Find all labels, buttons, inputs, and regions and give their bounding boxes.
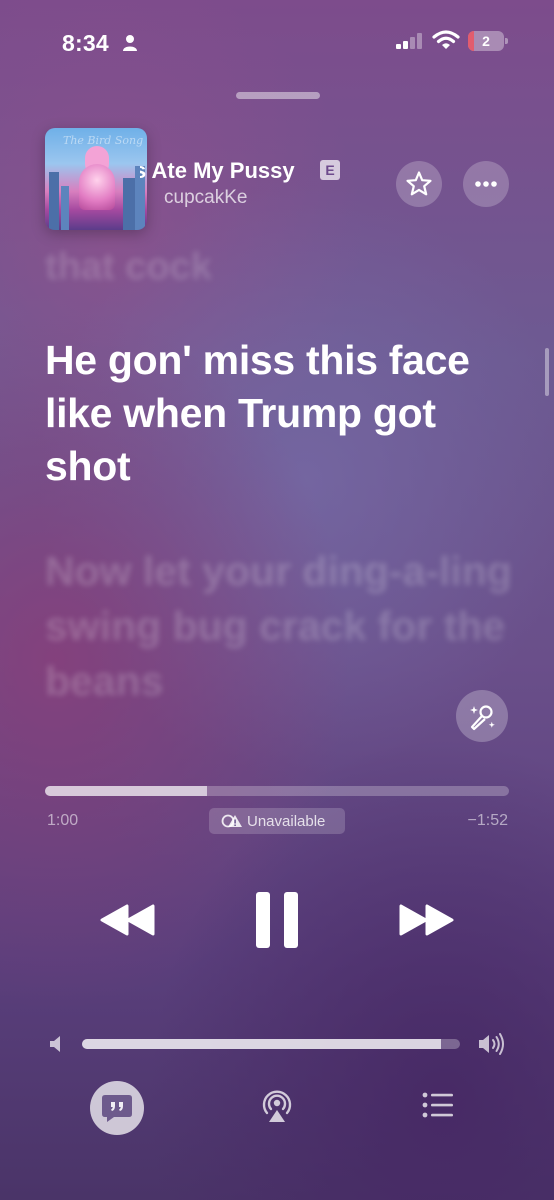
lyric-line-previous[interactable]: that cock bbox=[45, 246, 212, 289]
lyrics-button[interactable] bbox=[90, 1081, 144, 1135]
volume-fill bbox=[82, 1039, 442, 1049]
airplay-button[interactable] bbox=[260, 1088, 294, 1124]
fast-forward-button[interactable] bbox=[398, 902, 456, 938]
artist-name[interactable]: cupcakKe bbox=[164, 187, 247, 209]
cellular-signal-icon bbox=[396, 33, 422, 49]
status-time: 8:34 bbox=[62, 30, 109, 56]
lyric-line-current[interactable]: He gon' miss this face like when Trump g… bbox=[45, 334, 485, 493]
more-button[interactable] bbox=[463, 161, 509, 207]
ellipsis-icon bbox=[475, 181, 497, 187]
battery-icon: 2 bbox=[468, 31, 508, 51]
song-title: s Ate My Pussy bbox=[140, 158, 295, 183]
favorite-button[interactable] bbox=[396, 161, 442, 207]
volume-high-icon bbox=[479, 1033, 504, 1055]
rewind-icon bbox=[100, 904, 155, 936]
elapsed-time: 1:00 bbox=[47, 812, 79, 829]
playback-scrubber[interactable] bbox=[45, 786, 509, 796]
album-artwork[interactable]: The Bird Song bbox=[45, 128, 147, 230]
volume-slider[interactable] bbox=[82, 1039, 460, 1049]
battery-level: 2 bbox=[482, 33, 490, 49]
sheet-grabber[interactable] bbox=[236, 92, 320, 99]
audio-quality-badge[interactable]: Unavailable bbox=[209, 808, 345, 834]
playback-progress-fill bbox=[45, 786, 208, 796]
explicit-badge: E bbox=[320, 160, 340, 180]
remaining-time: −1:52 bbox=[467, 812, 508, 829]
pause-icon bbox=[256, 892, 298, 948]
song-title-marquee[interactable]: s Ate My Pussy bbox=[140, 155, 390, 189]
fast-forward-icon bbox=[399, 904, 454, 936]
volume-low-icon bbox=[50, 1036, 60, 1052]
scroll-indicator bbox=[545, 348, 549, 396]
lossless-unavailable-icon bbox=[221, 814, 242, 828]
star-icon bbox=[406, 171, 432, 196]
status-bar: 8:34 2 bbox=[0, 0, 554, 80]
sing-button[interactable] bbox=[456, 690, 508, 742]
pause-button[interactable] bbox=[254, 890, 300, 950]
wifi-icon bbox=[432, 30, 460, 49]
artwork-text: The Bird Song bbox=[63, 134, 144, 147]
microphone-sparkle-icon bbox=[470, 705, 495, 731]
queue-icon bbox=[422, 1092, 453, 1118]
airplay-icon bbox=[262, 1090, 292, 1122]
audio-quality-label: Unavailable bbox=[247, 813, 326, 830]
queue-button[interactable] bbox=[422, 1092, 454, 1118]
person-icon bbox=[123, 35, 137, 51]
lyric-line-next[interactable]: Now let your ding-a-ling swing bug crack… bbox=[45, 544, 515, 709]
rewind-button[interactable] bbox=[98, 902, 156, 938]
lyrics-icon bbox=[102, 1095, 132, 1122]
